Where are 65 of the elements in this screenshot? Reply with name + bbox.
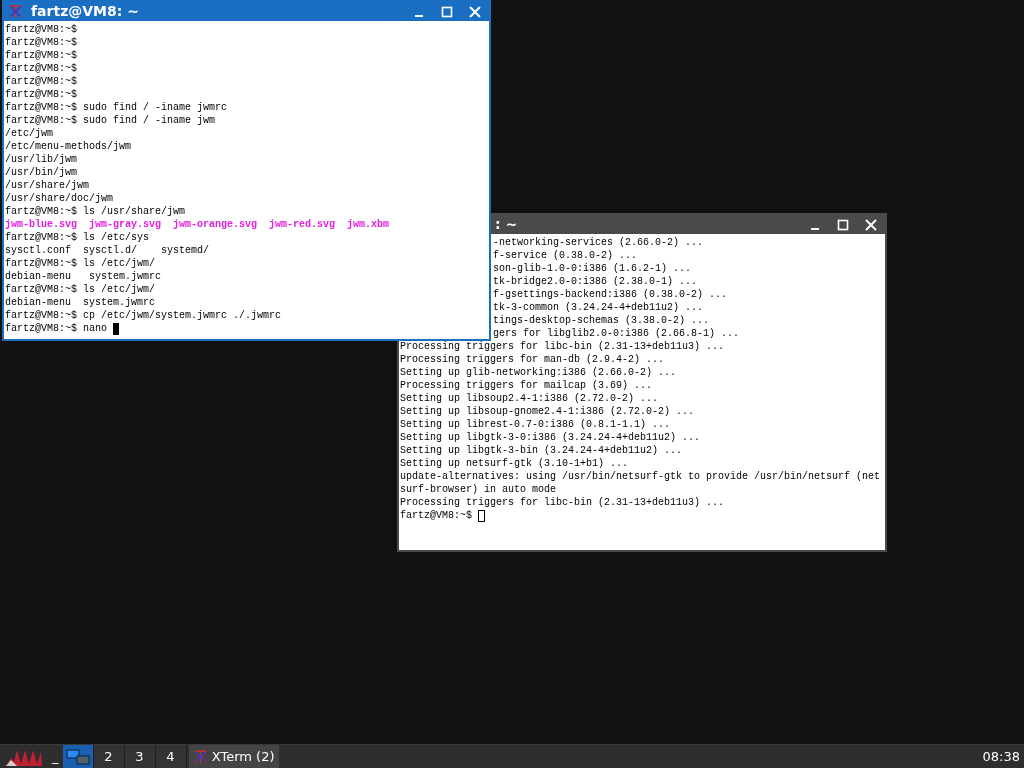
terminal-line: /etc/menu-methods/jwm <box>5 141 132 152</box>
task-button[interactable]: XTerm (2) <box>188 745 279 768</box>
terminal-line: fartz@VM8:~$ <box>5 50 77 61</box>
windows-icon <box>65 748 90 765</box>
terminal-line: fartz@VM8:~$ ls /usr/share/jwm <box>5 206 186 217</box>
terminal-line: Setting up netsurf-gtk (3.10-1+b1) ... <box>400 458 629 469</box>
terminal-line: fartz@VM8:~$ <box>5 24 77 35</box>
terminal-line: fartz@VM8:~$ <box>5 63 77 74</box>
desktop-button[interactable]: 2 <box>93 745 125 768</box>
file-name: jwm-orange.svg <box>173 218 258 231</box>
terminal-line: fartz@VM8:~$ ls /etc/sys <box>5 232 150 243</box>
terminal-line: fartz@VM8:~$ <box>5 37 77 48</box>
terminal-line: Setting up libsoup-gnome2.4-1:i386 (2.72.0-2) ... <box>400 406 695 417</box>
terminal-line: fartz@VM8:~$ ls /etc/jwm/ <box>5 258 156 269</box>
terminal-line: tk-3-common (3.24.24-4+deb11u2) ... <box>493 302 704 313</box>
file-name: jwm-red.svg <box>269 218 336 231</box>
terminal-line: -networking-services (2.66.0-2) ... <box>493 237 704 248</box>
terminal-prompt: fartz@VM8:~$ nano <box>5 322 109 335</box>
file-name: jwm.xbm <box>347 218 390 231</box>
terminal-line: fartz@VM8:~$ cp /etc/jwm/system.jwmrc ./.jwmrc <box>5 310 282 321</box>
desktop-button[interactable]: 4 <box>155 745 187 768</box>
terminal-line: f-gsettings-backend:i386 (0.38.0-2) ... <box>493 289 728 300</box>
terminal-line: fartz@VM8:~$ sudo find / -iname jwm <box>5 115 216 126</box>
terminal-line: /usr/share/doc/jwm <box>5 193 114 204</box>
clock: 08:38 <box>982 747 1021 766</box>
terminal-prompt: fartz@VM8:~$ <box>400 509 473 522</box>
terminal-line: Processing triggers for man-db (2.9.4-2) ... <box>400 354 665 365</box>
x-logo-icon <box>8 4 23 19</box>
terminal-line: Setting up librest-0.7-0:i386 (0.8.1-1.1) ... <box>400 419 671 430</box>
window-title: : ~ <box>494 215 519 234</box>
terminal-line: fartz@VM8:~$ <box>5 76 77 87</box>
terminal-line: surf-browser) in auto mode <box>400 484 557 495</box>
terminal-line: Setting up libgtk-3-bin (3.24.24-4+deb11u2) ... <box>400 445 683 456</box>
terminal-line: f-service (0.38.0-2) ... <box>493 250 638 261</box>
terminal-line: sysctl.conf sysctl.d/ systemd/ <box>5 245 210 256</box>
terminal-line: /usr/bin/jwm <box>5 167 77 178</box>
terminal-line: Processing triggers for libc-bin (2.31-13+deb11u3) ... <box>400 341 725 352</box>
show-desktop-button[interactable]: _ <box>48 745 63 768</box>
terminal-line: debian-menu system.jwmrc <box>5 271 162 282</box>
terminal-line: /etc/jwm <box>5 128 53 139</box>
terminal-line: tings-desktop-schemas (3.38.0-2) ... <box>493 315 710 326</box>
terminal-line: son-glib-1.0-0:i386 (1.6.2-1) ... <box>493 263 692 274</box>
terminal-line: fartz@VM8:~$ ls /etc/jwm/ <box>5 284 156 295</box>
terminal-line: Processing triggers for mailcap (3.69) ... <box>400 380 653 391</box>
terminal-line: fartz@VM8:~$ sudo find / -iname jwmrc <box>5 102 228 113</box>
close-icon[interactable] <box>865 218 877 231</box>
terminal-line: /usr/share/jwm <box>5 180 89 191</box>
terminal-line: Processing triggers for libc-bin (2.31-13+deb11u3) ... <box>400 497 725 508</box>
maximize-icon[interactable] <box>837 218 849 231</box>
terminal-line: gers for libglib2.0-0:i386 (2.66.8-1) ... <box>493 328 740 339</box>
terminal-line: /usr/lib/jwm <box>5 154 77 165</box>
window-title: fartz@VM8: ~ <box>31 2 140 21</box>
desktop-button[interactable] <box>62 745 94 768</box>
terminal-line: debian-menu system.jwmrc <box>5 297 156 308</box>
terminal-line: Setting up libgtk-3-0:i386 (3.24.24-4+deb11u2) ... <box>400 432 701 443</box>
maximize-icon[interactable] <box>441 5 453 18</box>
file-name: jwm-gray.svg <box>89 218 162 231</box>
terminal-line: fartz@VM8:~$ <box>5 89 77 100</box>
terminal-line: Setting up libsoup2.4-1:i386 (2.72.0-2) ... <box>400 393 659 404</box>
terminal-line: Setting up glib-networking:i386 (2.66.0-2) ... <box>400 367 677 378</box>
terminal-line: update-alternatives: using /usr/bin/netsurf-gtk to provide /usr/bin/netsurf (net <box>400 471 881 482</box>
desktop-button[interactable]: 3 <box>124 745 156 768</box>
close-icon[interactable] <box>469 5 481 18</box>
file-name: jwm-blue.svg <box>5 218 77 231</box>
terminal-line: tk-bridge2.0-0:i386 (2.38.0-1) ... <box>493 276 698 287</box>
